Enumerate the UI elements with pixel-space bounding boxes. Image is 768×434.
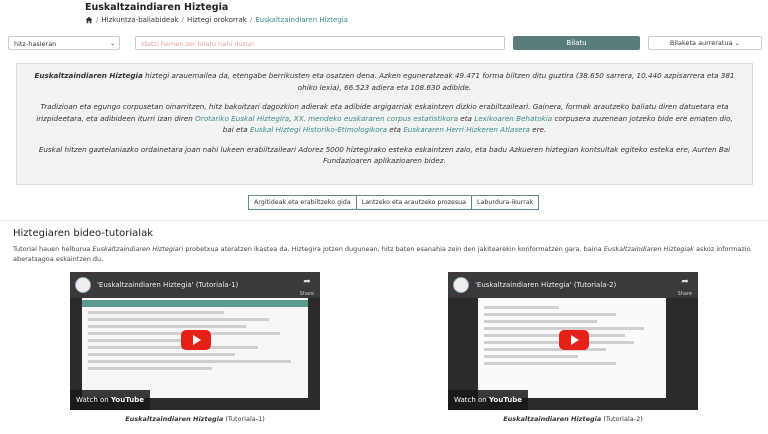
youtube-logo: YouTube — [488, 396, 522, 404]
link[interactable]: Lexikoaren Behatokia — [474, 114, 552, 123]
chevron-down-icon: ⌄ — [109, 40, 115, 47]
video-title[interactable]: 'Euskaltzaindiaren Hiztegia' (Tutoriala-… — [475, 281, 616, 289]
chevron-down-icon: ⌄ — [734, 39, 741, 47]
breadcrumb-current: Euskaltzaindiaren Hiztegia — [255, 16, 348, 24]
video-player[interactable]: 'Euskaltzaindiaren Hiztegia' (Tutoriala-… — [70, 272, 320, 410]
share-label: Share — [299, 291, 314, 297]
section-title: Hiztegiaren bideo-tutorialak — [13, 228, 153, 239]
watch-on-youtube-button[interactable]: Watch on YouTube — [70, 390, 150, 410]
channel-logo[interactable] — [75, 277, 91, 293]
page-header: Euskaltzaindiaren Hiztegia / Hizkuntza-b… — [0, 0, 768, 30]
intro-paragraph: Tradizioan eta egungo corpusetan oinarri… — [36, 102, 733, 134]
video-player[interactable]: 'Euskaltzaindiaren Hiztegia' (Tutoriala-… — [448, 272, 698, 410]
share-label: Share — [677, 291, 692, 297]
breadcrumb: / Hizkuntza-baliabideak / Hiztegi orokor… — [85, 16, 348, 24]
share-icon[interactable]: ➦ — [678, 277, 692, 291]
breadcrumb-item[interactable]: Hizkuntza-baliabideak — [101, 16, 178, 24]
link[interactable]: XX. mendeko euskararen corpus estatistik… — [294, 114, 458, 123]
video-caption: Euskaltzaindiaren Hiztegia (Tutoriala-1) — [125, 415, 265, 423]
link[interactable]: Euskararen Herri Hizkeren Atlasera — [403, 125, 530, 134]
search-mode-select[interactable]: hitz-hasieran ⌄ — [8, 36, 120, 50]
intro-paragraph: Euskaltzaindiaren Hiztegia hiztegi araue… — [34, 71, 735, 92]
play-icon[interactable] — [559, 330, 589, 350]
search-button[interactable]: Bilatu — [513, 36, 640, 50]
watch-on-youtube-button[interactable]: Watch on YouTube — [448, 390, 528, 410]
play-icon[interactable] — [181, 330, 211, 350]
guide-links: Argitideak eta erabiltzeko gida Lantzeko… — [248, 195, 540, 210]
intro-paragraph: Euskal hitzen gaztelaniazko ordainetara … — [38, 144, 731, 166]
section-description: Tutorial hauen helburua Euskaltzaindiare… — [13, 245, 751, 263]
advanced-search-button[interactable]: Bilaketa aurreratua ⌄ — [648, 36, 762, 50]
guide-button[interactable]: Laburdura-ikurrak — [471, 195, 540, 210]
divider — [0, 220, 768, 221]
link[interactable]: Euskal Hiztegi Historiko-Etimologikora — [250, 125, 387, 134]
channel-logo[interactable] — [453, 277, 469, 293]
share-icon[interactable]: ➦ — [300, 277, 314, 291]
intro-box: Euskaltzaindiaren Hiztegia hiztegi araue… — [16, 63, 753, 185]
home-icon[interactable] — [85, 16, 93, 24]
guide-button[interactable]: Lantzeko eta arautzeko prozesua — [355, 195, 473, 210]
page-title: Euskaltzaindiaren Hiztegia — [85, 2, 229, 13]
video-title[interactable]: 'Euskaltzaindiaren Hiztegia' (Tutoriala-… — [97, 281, 238, 289]
link[interactable]: Orotariko Euskal Hiztegira — [195, 114, 289, 123]
search-bar: hitz-hasieran ⌄ Idatzi hemen zer bilatu … — [0, 36, 768, 52]
youtube-logo: YouTube — [110, 396, 144, 404]
guide-button[interactable]: Argitideak eta erabiltzeko gida — [248, 195, 357, 210]
video-caption: Euskaltzaindiaren Hiztegia (Tutoriala-2) — [503, 415, 643, 423]
search-input[interactable]: Idatzi hemen zer bilatu nahi duzun — [135, 36, 505, 50]
breadcrumb-item[interactable]: Hiztegi orokorrak — [187, 16, 247, 24]
